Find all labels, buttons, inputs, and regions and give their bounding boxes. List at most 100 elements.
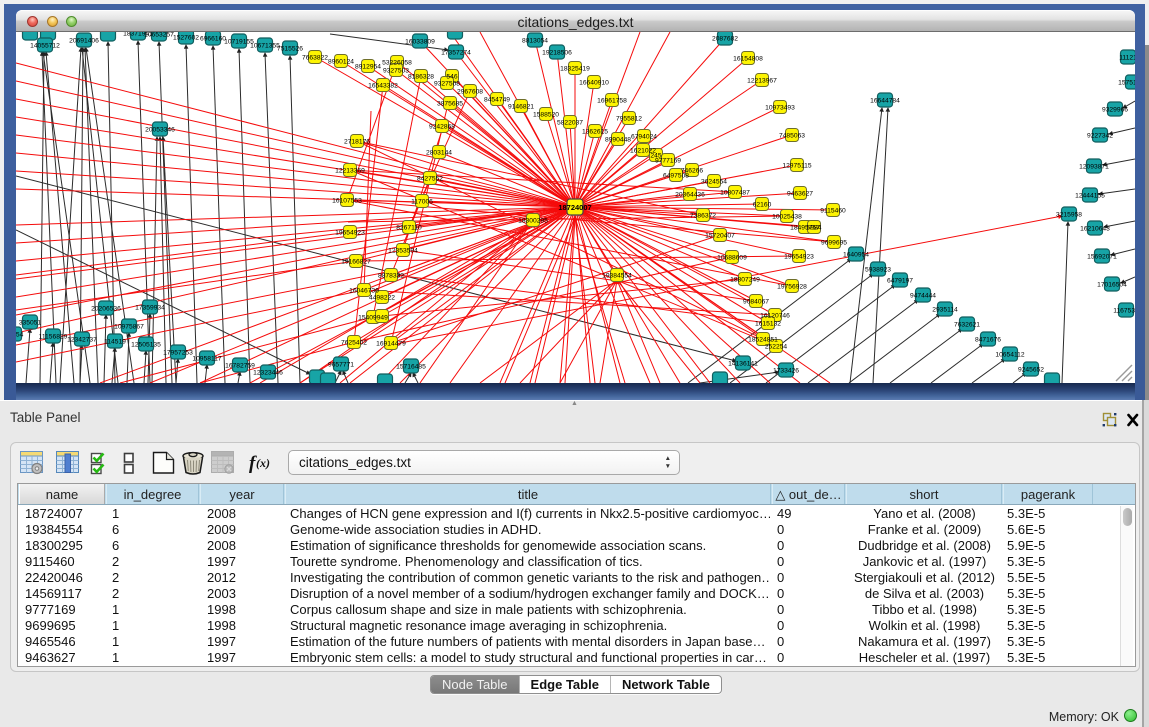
svg-text:9115460: 9115460 (820, 208, 846, 215)
svg-text:19756928: 19756928 (777, 284, 807, 291)
svg-text:53226058: 53226058 (382, 60, 412, 67)
svg-text:19384554: 19384554 (602, 273, 632, 280)
svg-text:1527602: 1527602 (173, 35, 199, 42)
svg-text:9327508: 9327508 (434, 81, 460, 88)
svg-text:7515526: 7515526 (277, 46, 303, 53)
svg-text:16210643: 16210643 (1080, 226, 1110, 233)
svg-text:7625402: 7625402 (341, 340, 367, 347)
svg-text:7485063: 7485063 (779, 133, 805, 140)
svg-text:5938923: 5938923 (865, 267, 891, 274)
svg-text:2935114: 2935114 (932, 307, 958, 314)
svg-text:16782759: 16782759 (225, 363, 255, 370)
svg-text:117006: 117006 (411, 199, 433, 206)
svg-text:18724007: 18724007 (558, 203, 591, 212)
svg-text:16120746: 16120746 (760, 313, 790, 320)
svg-text:9245652: 9245652 (1018, 367, 1044, 374)
svg-text:12323446: 12323446 (253, 370, 283, 377)
svg-text:16640910: 16640910 (579, 80, 609, 87)
svg-text:9227342: 9227342 (1087, 133, 1113, 140)
svg-text:6966160: 6966160 (200, 36, 226, 43)
svg-text:4498222: 4498222 (369, 295, 395, 302)
svg-text:9474444: 9474444 (910, 293, 936, 300)
svg-text:10025438: 10025438 (772, 214, 802, 221)
svg-text:9327503: 9327503 (383, 68, 409, 75)
svg-text:8186328: 8186328 (408, 74, 434, 81)
svg-text:8960124: 8960124 (328, 59, 354, 66)
svg-text:8813054: 8813054 (522, 38, 548, 45)
svg-text:3875685: 3875685 (437, 101, 463, 108)
svg-text:19166827: 19166827 (341, 259, 371, 266)
svg-text:9084067: 9084067 (743, 299, 769, 306)
svg-text:18524851: 18524851 (748, 337, 778, 344)
svg-text:6497508: 6497508 (663, 173, 689, 180)
svg-text:6479197: 6479197 (887, 278, 913, 285)
svg-text:11121: 11121 (1119, 55, 1135, 62)
svg-text:1615132: 1615132 (755, 321, 781, 328)
svg-text:15692071: 15692071 (1087, 254, 1117, 261)
svg-text:2803144: 2803144 (426, 150, 452, 157)
svg-text:12093871: 12093871 (1079, 164, 1109, 171)
svg-text:12444155: 12444155 (1075, 193, 1105, 200)
svg-text:18807249: 18807249 (730, 277, 760, 284)
svg-text:17359934: 17359934 (135, 305, 165, 312)
svg-text:17957253: 17957253 (163, 350, 193, 357)
svg-text:9463627: 9463627 (787, 191, 813, 198)
svg-text:8471676: 8471676 (975, 337, 1001, 344)
svg-text:10958117: 10958117 (192, 356, 222, 363)
svg-text:15716485: 15716485 (396, 364, 426, 371)
svg-text:546: 546 (446, 74, 457, 81)
svg-text:10671355: 10671355 (250, 43, 280, 50)
svg-text:7955812: 7955812 (616, 116, 642, 123)
svg-text:1733426: 1733426 (773, 368, 799, 375)
svg-text:62160: 62160 (753, 202, 772, 209)
svg-text:2967608: 2967608 (457, 89, 483, 96)
svg-text:9146821: 9146821 (508, 104, 534, 111)
svg-text:8912954: 8912954 (355, 64, 381, 71)
svg-text:20691406: 20691406 (69, 38, 99, 45)
svg-text:10688609: 10688609 (717, 255, 747, 262)
svg-text:9657771: 9657771 (328, 362, 354, 369)
svg-text:19654923: 19654923 (335, 230, 365, 237)
svg-text:16961758: 16961758 (597, 98, 627, 105)
svg-text:12213369: 12213369 (335, 168, 365, 175)
svg-text:20206536: 20206536 (91, 306, 121, 313)
svg-text:12505135: 12505135 (131, 342, 161, 349)
svg-text:15409949: 15409949 (358, 315, 388, 322)
svg-text:7386372: 7386372 (690, 213, 716, 220)
svg-text:16543382: 16543382 (368, 83, 398, 90)
svg-text:17357274: 17357274 (441, 50, 471, 57)
svg-text:9699695: 9699695 (821, 240, 847, 247)
svg-text:14055712: 14055712 (30, 43, 60, 50)
svg-text:12353594: 12353594 (388, 248, 418, 255)
svg-text:12213967: 12213967 (747, 78, 777, 85)
svg-text:16154808: 16154808 (733, 56, 763, 63)
svg-text:7663822: 7663822 (302, 55, 328, 62)
svg-text:16644784: 16644784 (870, 98, 900, 105)
svg-text:18325419: 18325419 (560, 66, 590, 73)
svg-text:1362615: 1362615 (582, 129, 608, 136)
svg-text:10653257: 10653257 (144, 32, 174, 39)
svg-text:8427552: 8427552 (417, 176, 443, 183)
svg-text:19218506: 19218506 (542, 50, 572, 57)
svg-text:10807487: 10807487 (720, 190, 750, 197)
svg-text:2087682: 2087682 (712, 36, 738, 43)
svg-text:39154: 39154 (16, 332, 24, 339)
svg-text:10973493: 10973493 (765, 105, 795, 112)
svg-text:1640954: 1640954 (843, 252, 869, 259)
svg-text:8990448: 8990448 (605, 137, 631, 144)
svg-text:1167535: 1167535 (1113, 308, 1135, 315)
svg-text:16046736: 16046736 (349, 288, 379, 295)
svg-text:8267110: 8267110 (396, 225, 422, 232)
svg-text:3215958: 3215958 (1056, 212, 1082, 219)
svg-text:16107553: 16107553 (332, 198, 362, 205)
svg-text:19654923: 19654923 (784, 254, 814, 261)
svg-text:9329966: 9329966 (1102, 107, 1128, 114)
svg-text:15751074: 15751074 (1118, 80, 1135, 87)
svg-text:6794024: 6794024 (631, 134, 657, 141)
svg-text:(x): (x) (256, 456, 270, 470)
svg-text:3624554: 3624554 (701, 179, 727, 186)
svg-text:10975867: 10975867 (114, 324, 144, 331)
svg-text:12975115: 12975115 (782, 163, 812, 170)
svg-text:9242868: 9242868 (429, 124, 455, 131)
svg-text:10654112: 10654112 (995, 352, 1025, 359)
